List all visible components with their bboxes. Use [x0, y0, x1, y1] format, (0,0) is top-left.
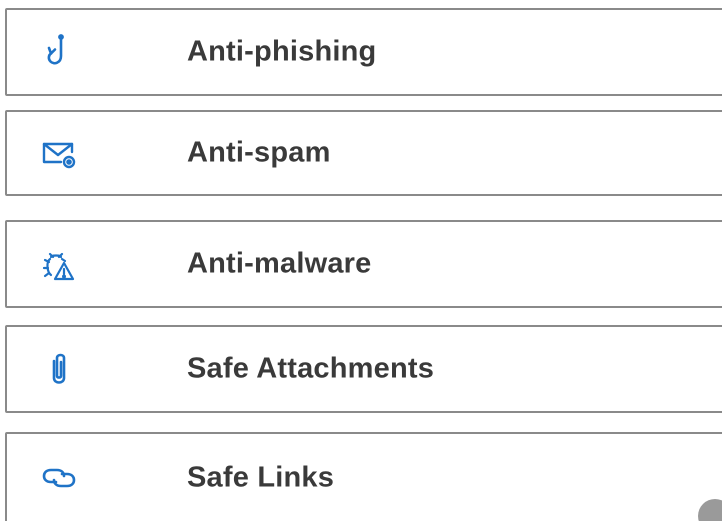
threat-policies-list: Anti-phishing Anti-spam Anti-malware Saf…	[0, 0, 722, 521]
policy-label: Anti-malware	[187, 247, 372, 280]
policy-row-anti-spam[interactable]: Anti-spam	[5, 110, 722, 196]
mail-settings-icon	[41, 135, 77, 171]
link-icon	[41, 460, 77, 496]
policy-row-anti-malware[interactable]: Anti-malware	[5, 220, 722, 308]
bug-warning-icon	[41, 246, 77, 282]
policy-label: Safe Links	[187, 461, 335, 494]
policy-label: Safe Attachments	[187, 352, 435, 385]
policy-row-safe-links[interactable]: Safe Links	[5, 432, 722, 521]
policy-label: Anti-spam	[187, 136, 331, 169]
policy-row-safe-attachments[interactable]: Safe Attachments	[5, 325, 722, 413]
fishhook-icon	[41, 34, 77, 70]
policy-row-anti-phishing[interactable]: Anti-phishing	[5, 8, 722, 96]
paperclip-icon	[41, 351, 77, 387]
policy-label: Anti-phishing	[187, 35, 377, 68]
